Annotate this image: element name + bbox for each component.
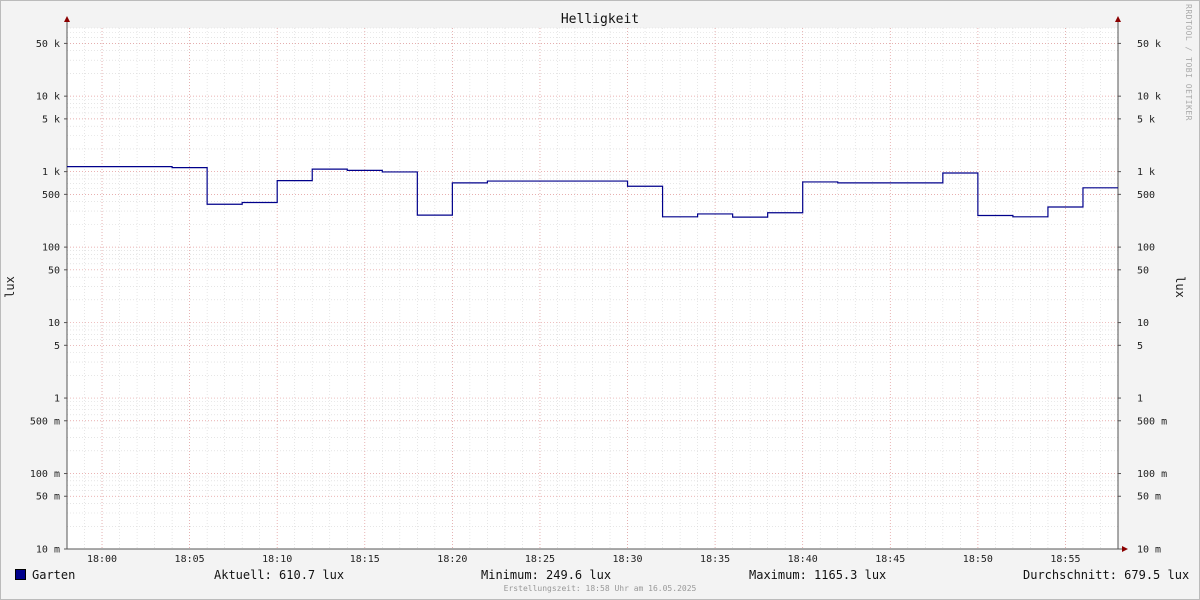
x-tick-label: 18:25 [525, 554, 555, 565]
y-tick-label-right: 10 k [1137, 92, 1161, 103]
y-tick-label-right: 10 [1137, 318, 1149, 329]
legend-minimum: Minimum: 249.6 lux [481, 568, 612, 582]
x-tick-label: 18:00 [87, 554, 117, 565]
y-tick-label-right: 50 k [1137, 39, 1161, 50]
grid-lines [66, 27, 1119, 550]
y-tick-label-left: 5 k [42, 114, 60, 125]
y-tick-label-right: 50 [1137, 265, 1149, 276]
x-tick-label: 18:40 [788, 554, 818, 565]
legend: Garten Aktuell: 610.7 lux Minimum: 249.6… [0, 566, 1200, 584]
y-tick-label-left: 100 [42, 243, 60, 254]
watermark: RRDTOOL / TOBI OETIKER [1184, 4, 1193, 121]
y-tick-label-right: 10 m [1137, 545, 1161, 556]
y-tick-label-left: 500 [42, 190, 60, 201]
legend-current: Aktuell: 610.7 lux [214, 568, 345, 582]
chart-canvas: 50 k 50 k 10 k 10 k 5 k 5 k 1 k 1 k 500 500 100 100… [3, 4, 1193, 565]
legend-average: Durchschnitt: 679.5 lux [1023, 568, 1190, 582]
y-axis-title-left: lux [3, 276, 17, 298]
x-axis-arrow [1122, 546, 1128, 552]
legend-maximum: Maximum: 1165.3 lux [749, 568, 887, 582]
x-tick-label: 18:20 [437, 554, 467, 565]
y-tick-label-right: 50 m [1137, 492, 1161, 503]
y-tick-label-left: 100 m [30, 469, 60, 480]
y-tick-label-right: 5 [1137, 341, 1143, 352]
y-tick-label-right: 500 m [1137, 416, 1167, 427]
y-tick-label-right: 100 m [1137, 469, 1167, 480]
x-tick-label: 18:30 [612, 554, 642, 565]
y-tick-label-left: 10 m [36, 545, 60, 556]
x-tick-label: 18:10 [262, 554, 292, 565]
x-tick-label: 18:05 [175, 554, 205, 565]
legend-swatch [15, 569, 26, 580]
legend-series: Garten [15, 568, 75, 582]
y-tick-label-left: 50 k [36, 39, 60, 50]
y-tick-label-right: 1 [1137, 394, 1143, 405]
y-tick-label-right: 500 [1137, 190, 1155, 201]
y-tick-label-left: 10 k [36, 92, 60, 103]
y-tick-label-left: 5 [54, 341, 60, 352]
y-tick-label-left: 10 [48, 318, 60, 329]
x-tick-label: 18:15 [350, 554, 380, 565]
creation-time: Erstellungszeit: 18:58 Uhr am 16.05.2025 [503, 584, 697, 593]
legend-series-name: Garten [32, 568, 76, 582]
y-tick-label-left: 1 [54, 394, 60, 405]
y-tick-label-right: 5 k [1137, 114, 1155, 125]
x-tick-label: 18:35 [700, 554, 730, 565]
y-tick-label-left: 50 m [36, 492, 60, 503]
y-axis-arrow-left [64, 16, 70, 22]
chart-title: Helligkeit [561, 12, 639, 27]
y-tick-label-left: 1 k [42, 167, 60, 178]
y-axis-arrow-right [1115, 16, 1121, 22]
y-axis-title-right: lux [1173, 276, 1187, 298]
y-tick-label-left: 50 [48, 265, 60, 276]
y-tick-label-right: 1 k [1137, 167, 1155, 178]
x-tick-label: 18:50 [963, 554, 993, 565]
x-tick-label: 18:45 [875, 554, 905, 565]
y-tick-label-left: 500 m [30, 416, 60, 427]
x-tick-label: 18:55 [1050, 554, 1080, 565]
y-tick-label-right: 100 [1137, 243, 1155, 254]
